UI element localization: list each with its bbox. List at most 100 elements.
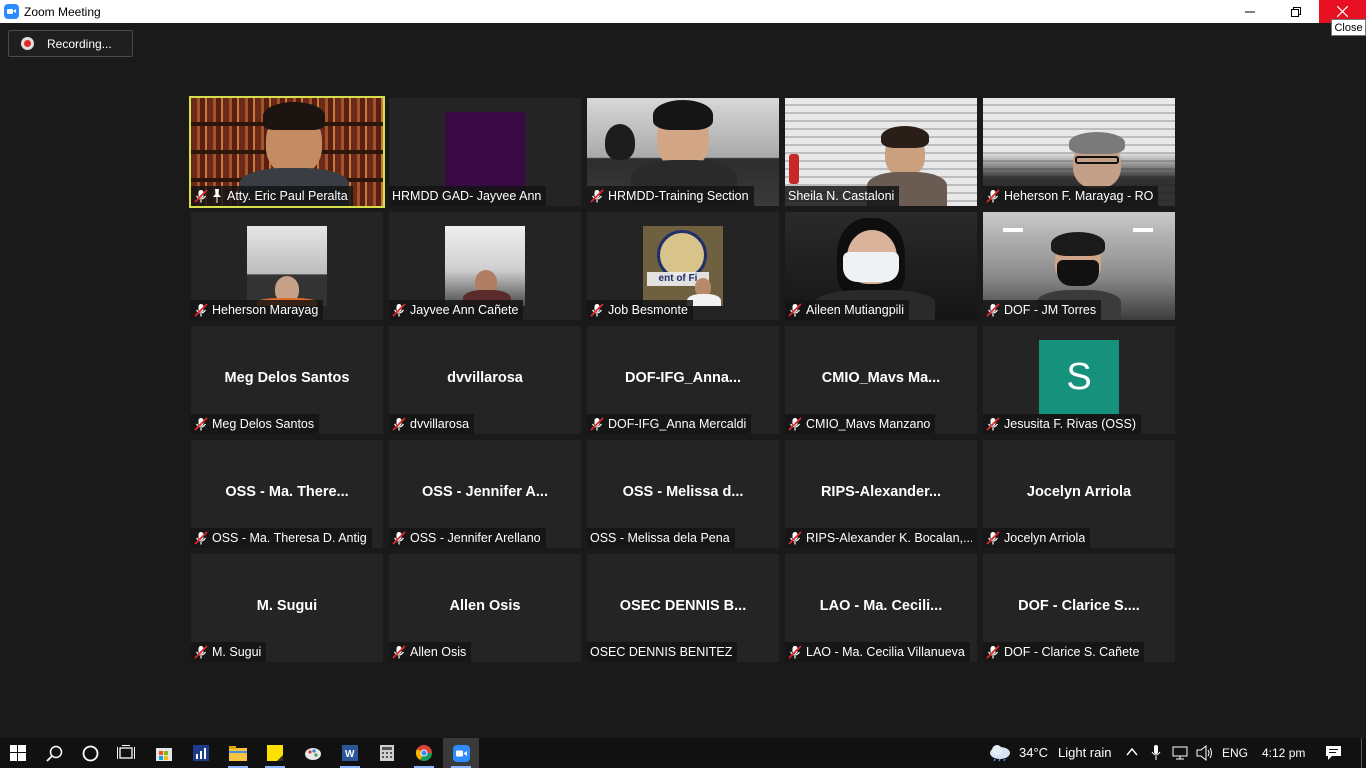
participant-display-name: DOF-IFG_Anna... (625, 370, 741, 386)
windows-start-icon (10, 745, 26, 761)
participant-name: DOF - JM Torres (1004, 303, 1097, 317)
participant-name: CMIO_Mavs Manzano (806, 417, 931, 431)
participant-name-tag: Allen Osis (389, 642, 472, 662)
search-button[interactable] (36, 738, 72, 768)
participant-tile[interactable]: Allen Osis Allen Osis (389, 554, 581, 662)
muted-microphone-icon (788, 303, 802, 317)
word-button[interactable]: W (332, 738, 368, 768)
file-explorer-button[interactable] (220, 738, 256, 768)
file-explorer-icon (229, 745, 247, 761)
calculator-icon (380, 745, 394, 761)
recording-icon (21, 37, 34, 50)
store-icon (156, 748, 172, 761)
recording-indicator[interactable]: Recording... (8, 30, 133, 57)
chevron-up-icon[interactable] (1126, 747, 1138, 757)
participant-display-name: OSS - Jennifer A... (422, 484, 548, 500)
task-view-button[interactable] (108, 738, 144, 768)
participant-tile[interactable]: Sheila N. Castaloni (785, 98, 977, 206)
participant-name-tag: Job Besmonte (587, 300, 693, 320)
weather-description[interactable]: Light rain (1058, 745, 1111, 760)
participant-tile[interactable]: Heherson Marayag (191, 212, 383, 320)
task-view-icon (117, 745, 135, 759)
participant-tile[interactable]: OSS - Ma. There... OSS - Ma. Theresa D. A… (191, 440, 383, 548)
participant-tile[interactable]: DOF-IFG_Anna... DOF-IFG_Anna Mercaldi (587, 326, 779, 434)
participant-tile[interactable]: ent of Fi Job Besmonte (587, 212, 779, 320)
participant-name: Heherson F. Marayag - RO (1004, 189, 1154, 203)
volume-icon[interactable] (1196, 745, 1214, 761)
calculator-button[interactable] (369, 738, 405, 768)
participant-display-name: RIPS-Alexander... (820, 484, 942, 500)
participant-tile[interactable]: RIPS-Alexander... RIPS-Alexander K. Bocal… (785, 440, 977, 548)
muted-microphone-icon (194, 417, 208, 431)
participant-tile[interactable]: Jayvee Ann Cañete (389, 212, 581, 320)
notifications-icon[interactable] (1325, 745, 1342, 761)
svg-text:W: W (345, 749, 355, 760)
network-icon[interactable] (1172, 746, 1190, 760)
weather-temperature[interactable]: 34°C (1019, 745, 1048, 760)
powerbi-icon (193, 745, 209, 761)
window-title: Zoom Meeting (24, 4, 101, 19)
participant-tile[interactable]: Jocelyn Arriola Jocelyn Arriola (983, 440, 1175, 548)
participant-tile[interactable]: Atty. Eric Paul Peralta (189, 96, 385, 208)
participant-name-tag: Heherson F. Marayag - RO (983, 186, 1159, 206)
participant-tile[interactable]: OSS - Melissa d... OSS - Melissa dela Pen… (587, 440, 779, 548)
paint-button[interactable] (295, 738, 331, 768)
participant-name-tag: OSS - Melissa dela Pena (587, 528, 735, 548)
participant-name: HRMDD GAD- Jayvee Ann (392, 189, 542, 203)
sticky-notes-button[interactable] (257, 738, 293, 768)
participant-tile[interactable]: DOF - JM Torres (983, 212, 1175, 320)
spotlight-pin-icon (212, 189, 222, 203)
participant-name: Sheila N. Castaloni (788, 189, 895, 203)
participant-display-name: M. Sugui (256, 598, 318, 614)
participant-name-tag: OSEC DENNIS BENITEZ (587, 642, 738, 662)
restore-icon (1291, 6, 1301, 17)
participant-tile[interactable]: M. Sugui M. Sugui (191, 554, 383, 662)
muted-microphone-icon (392, 645, 406, 659)
participant-name-tag: CMIO_Mavs Manzano (785, 414, 936, 434)
close-icon (1337, 6, 1348, 17)
powerbi-button[interactable] (183, 738, 219, 768)
participant-name: OSEC DENNIS BENITEZ (590, 645, 733, 659)
minimize-button[interactable] (1227, 0, 1273, 23)
microphone-icon[interactable] (1151, 745, 1161, 761)
participant-tile[interactable]: Aileen Mutiangpili (785, 212, 977, 320)
participant-tile[interactable]: DOF - Clarice S.... DOF - Clarice S. Cañe… (983, 554, 1175, 662)
show-desktop-button[interactable] (1361, 738, 1366, 768)
participant-display-name: DOF - Clarice S.... (1018, 598, 1140, 614)
participant-name: Jesusita F. Rivas (OSS) (1004, 417, 1136, 431)
participant-tile[interactable]: Meg Delos Santos Meg Delos Santos (191, 326, 383, 434)
participant-tile[interactable]: HRMDD-Training Section (587, 98, 779, 206)
muted-microphone-icon (788, 645, 802, 659)
participant-name-tag: dvvillarosa (389, 414, 475, 434)
participant-name-tag: OSS - Ma. Theresa D. Antig (191, 528, 372, 548)
sticky-notes-icon (267, 745, 283, 761)
participant-name-tag: Jayvee Ann Cañete (389, 300, 524, 320)
participant-name-tag: DOF - Clarice S. Cañete (983, 642, 1145, 662)
zoom-icon (452, 744, 470, 762)
participant-tile[interactable]: HRMDD GAD- Jayvee Ann (389, 98, 581, 206)
participant-name: DOF-IFG_Anna Mercaldi (608, 417, 747, 431)
cortana-button[interactable] (72, 738, 108, 768)
language-indicator[interactable]: ENG (1222, 746, 1248, 760)
zoom-taskbar-button[interactable] (443, 738, 479, 768)
restore-button[interactable] (1273, 0, 1319, 23)
participant-tile[interactable]: OSEC DENNIS B... OSEC DENNIS BENITEZ (587, 554, 779, 662)
windows-start-button[interactable] (0, 738, 36, 768)
participant-name: LAO - Ma. Cecilia Villanueva (806, 645, 965, 659)
store-button[interactable] (146, 738, 182, 768)
participant-tile[interactable]: dvvillarosa dvvillarosa (389, 326, 581, 434)
clock[interactable]: 4:12 pm (1262, 746, 1305, 760)
participant-display-name: Jocelyn Arriola (1026, 484, 1132, 500)
muted-microphone-icon (788, 531, 802, 545)
chrome-button[interactable] (406, 738, 442, 768)
participant-tile[interactable]: OSS - Jennifer A... OSS - Jennifer Arella… (389, 440, 581, 548)
muted-microphone-icon (590, 303, 604, 317)
chrome-icon (416, 745, 432, 761)
participant-tile[interactable]: LAO - Ma. Cecili... LAO - Ma. Cecilia Vil… (785, 554, 977, 662)
participant-name: OSS - Ma. Theresa D. Antig (212, 531, 367, 545)
zoom-app-icon (4, 4, 19, 19)
participant-tile[interactable]: S Jesusita F. Rivas (OSS) (983, 326, 1175, 434)
muted-microphone-icon (392, 417, 406, 431)
participant-tile[interactable]: Heherson F. Marayag - RO (983, 98, 1175, 206)
participant-tile[interactable]: CMIO_Mavs Ma... CMIO_Mavs Manzano (785, 326, 977, 434)
